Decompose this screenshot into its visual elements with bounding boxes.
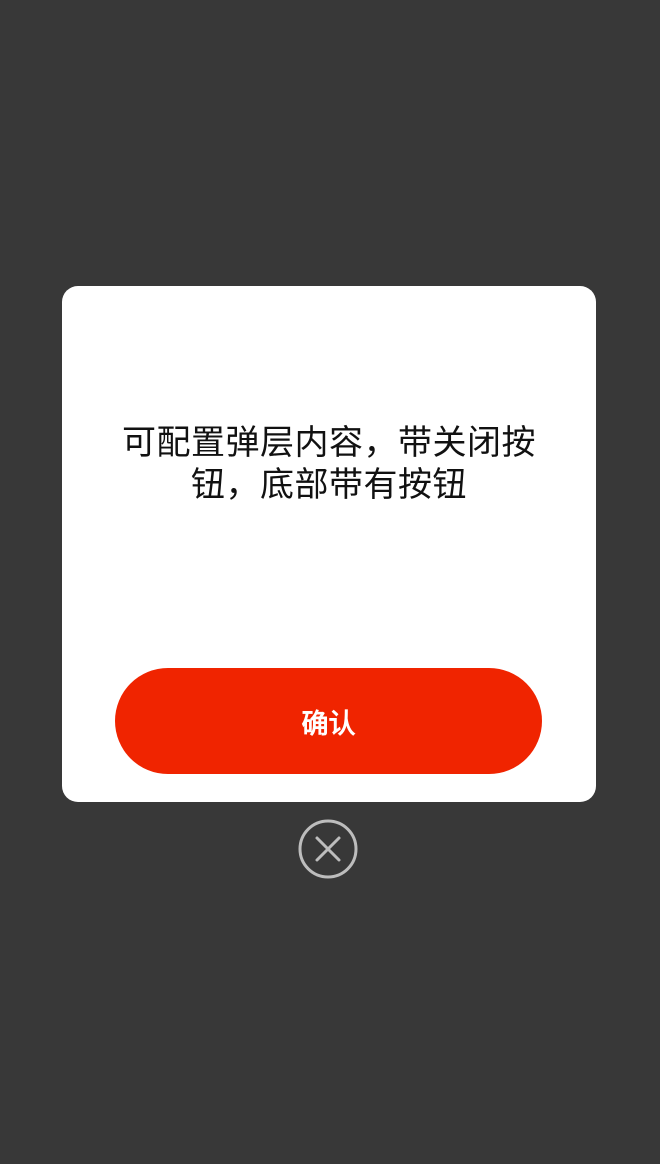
popup-dialog: 可配置弹层内容，带关闭按钮，底部带有按钮 确认 [62,286,596,802]
popup-content-text: 可配置弹层内容，带关闭按钮，底部带有按钮 [122,423,536,505]
confirm-button-label: 确认 [301,708,356,740]
confirm-button[interactable]: 确认 [115,668,542,774]
close-circle-icon [297,818,359,880]
close-button[interactable] [297,818,359,880]
